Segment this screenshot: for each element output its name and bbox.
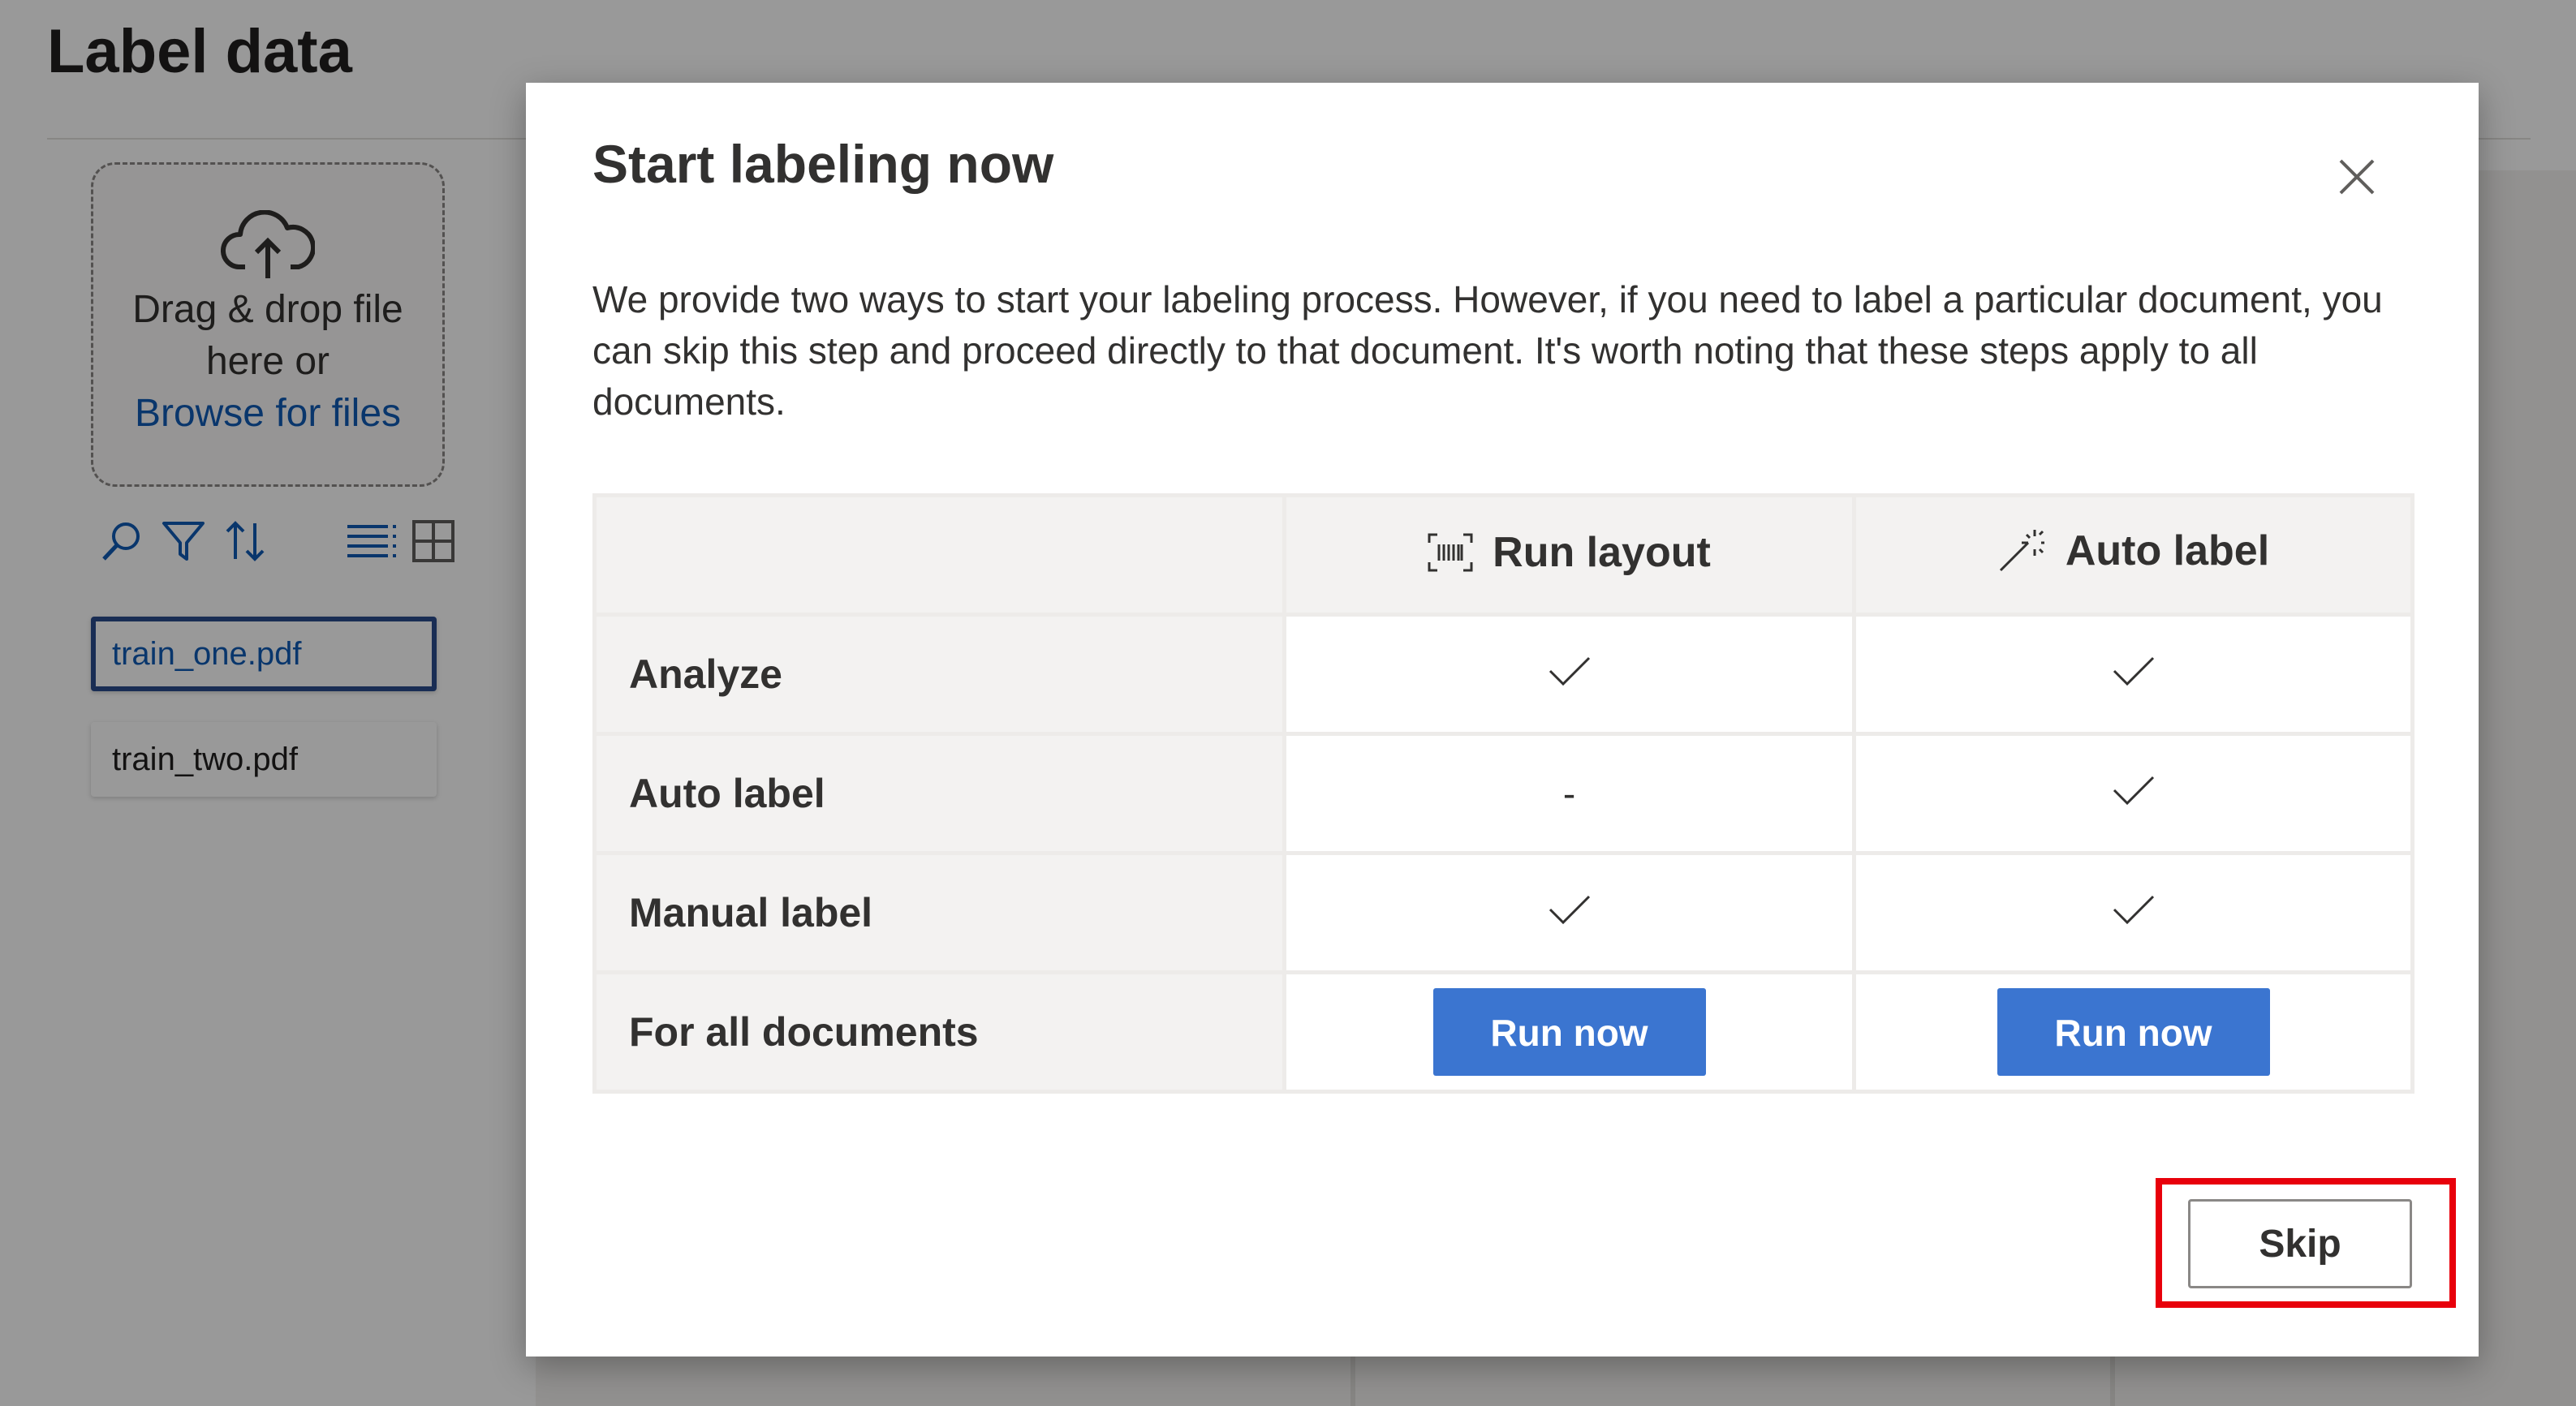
table-row-manual-label: Manual label <box>592 851 2414 974</box>
close-button[interactable] <box>2324 144 2389 209</box>
checkmark-icon <box>2113 656 2154 686</box>
check-cell <box>1852 732 2414 855</box>
check-cell <box>1282 613 1856 736</box>
skip-button[interactable]: Skip <box>2188 1199 2412 1288</box>
magic-wand-icon <box>1999 529 2044 571</box>
table-row-auto-label: Auto label - <box>592 732 2414 855</box>
column-header-run-layout: Run layout <box>1282 493 1856 617</box>
table-row-all-documents: For all documents Run now Run now <box>592 970 2414 1094</box>
row-header: Auto label <box>592 732 1286 855</box>
column-header-label: Run layout <box>1493 528 1711 576</box>
checkmark-icon <box>2113 776 2154 806</box>
not-applicable-cell: - <box>1282 732 1856 855</box>
check-cell <box>1282 851 1856 974</box>
checkmark-icon <box>1549 656 1590 686</box>
column-header-auto-label: Auto label <box>1852 493 2414 617</box>
scan-layout-icon <box>1428 533 1473 571</box>
checkmark-icon <box>1549 895 1590 925</box>
column-header-label: Auto label <box>2065 527 2270 574</box>
labeling-options-table: Run layout Auto label Analyze Auto label… <box>592 493 2414 1094</box>
table-corner-cell <box>592 493 1286 617</box>
table-row-analyze: Analyze <box>592 613 2414 736</box>
row-header: Analyze <box>592 613 1286 736</box>
check-cell <box>1852 613 2414 736</box>
checkmark-icon <box>2113 895 2154 925</box>
dialog-description: We provide two ways to start your labeli… <box>592 278 2383 423</box>
check-cell <box>1852 851 2414 974</box>
close-icon <box>2339 159 2375 195</box>
auto-label-now-button[interactable]: Run now <box>1997 988 2270 1076</box>
run-layout-now-button[interactable]: Run now <box>1432 988 1706 1076</box>
action-cell: Run now <box>1282 970 1856 1094</box>
action-cell: Run now <box>1852 970 2414 1094</box>
row-header: Manual label <box>592 851 1286 974</box>
start-labeling-dialog: Start labeling now We provide two ways t… <box>526 83 2479 1357</box>
row-header: For all documents <box>592 970 1286 1094</box>
table-header-row: Run layout Auto label <box>592 493 2414 617</box>
dialog-title: Start labeling now <box>592 134 1054 194</box>
